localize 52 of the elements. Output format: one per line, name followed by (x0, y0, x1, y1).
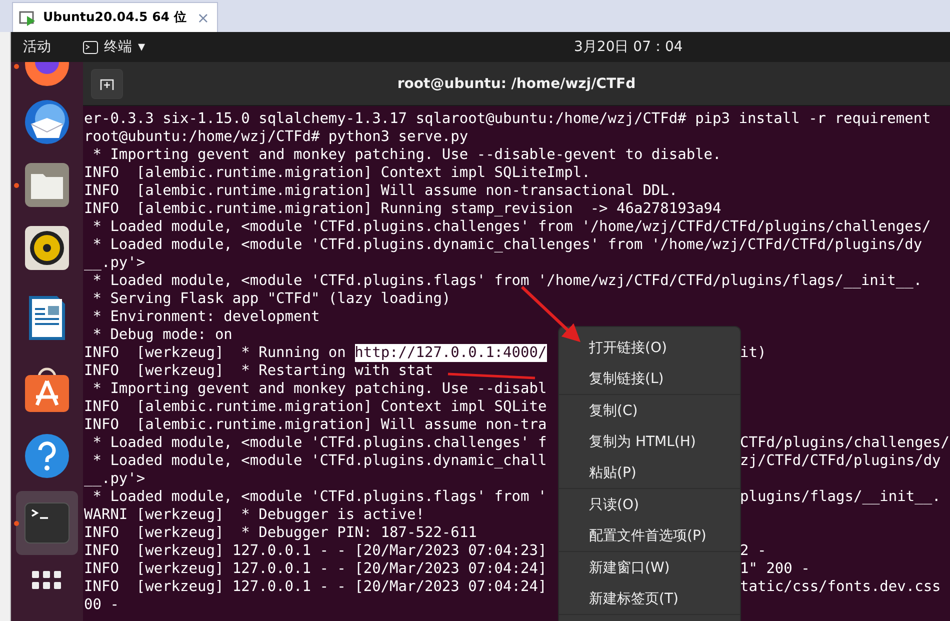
terminal-line: it) (740, 344, 766, 362)
terminal-line: tatic/css/fonts.dev.css (740, 578, 941, 596)
menu-item[interactable]: 复制为 HTML(H) (559, 426, 740, 457)
menu-item[interactable]: 打开链接(O) (559, 332, 740, 363)
terminal-line: * Environment: development (92, 308, 320, 326)
terminal-line: 00 - (84, 596, 119, 614)
terminal-line: * Importing gevent and monkey patching. Use --disable-gevent to disable. (92, 146, 722, 164)
terminal-line: CTFd/plugins/challenges/ (740, 434, 950, 452)
terminal-line: INFO [werkzeug] 127.0.0.1 - - [20/Mar/2023 07:04:23] (84, 542, 547, 560)
menu-item[interactable]: 配置文件首选项(P) (559, 520, 740, 551)
terminal-line: * Serving Flask app "CTFd" (lazy loading) (92, 290, 451, 308)
menu-item[interactable]: 复制(C) (559, 395, 740, 426)
terminal-line: 2 - (740, 542, 766, 560)
activities-button[interactable]: 活动 (23, 38, 83, 56)
terminal-line: er-0.3.3 six-1.15.0 sqlalchemy-1.3.17 sqlaroot@ubuntu:/home/wzj/CTFd# pip3 install -r requirement (84, 110, 931, 128)
terminal-line: zj/CTFd/CTFd/plugins/dy (740, 452, 941, 470)
terminal-line: INFO [werkzeug] * Debugger PIN: 187-522-611 (84, 524, 477, 542)
terminal-line: INFO [alembic.runtime.migration] Context impl SQLite (84, 398, 547, 416)
terminal-line: INFO [werkzeug] * Running on (84, 344, 347, 362)
terminal-line: __.py'> (84, 470, 146, 488)
caret-icon[interactable]: ▾ (138, 39, 146, 55)
vm-tab-title: Ubuntu20.04.5 64 位 (43, 9, 187, 26)
terminal-line: INFO [alembic.runtime.migration] Context impl SQLiteImpl. (84, 164, 590, 182)
terminal-line: * Loaded module, <module 'CTFd.plugins.dynamic_challenges' from '/home/wzj/CTFd/CTFd/plugins/dy (92, 236, 922, 254)
menu-item[interactable]: 只读(O) (559, 489, 740, 520)
terminal-line: 1" 200 - (740, 560, 810, 578)
clock[interactable]: 3月20日 07：04 (574, 38, 683, 56)
menu-item[interactable]: 复制链接(L) (559, 363, 740, 394)
selected-link[interactable]: http://127.0.0.1:4000/ (354, 344, 547, 362)
window-title: root@ubuntu: /home/wzj/CTFd (396, 76, 637, 92)
menu-item[interactable]: 新建标签页(T) (559, 583, 740, 614)
terminal-line: WARNI [werkzeug] * Debugger is active! (84, 506, 424, 524)
terminal-line: INFO [werkzeug] * Restarting with stat (84, 362, 434, 380)
terminal-line: INFO [werkzeug] 127.0.0.1 - - [20/Mar/2023 07:04:24] (84, 560, 547, 578)
terminal-line: * Loaded module, <module 'CTFd.plugins.challenges' f (92, 434, 547, 452)
terminal-line: * Loaded module, <module 'CTFd.plugins.flags' from ' (92, 488, 547, 506)
terminal-line: * Importing gevent and monkey patching. Use --disabl (92, 380, 547, 398)
terminal-line: root@ubuntu:/home/wzj/CTFd# python3 serve.py (84, 128, 468, 146)
terminal-line: INFO [alembic.runtime.migration] Will assume non-tra (84, 416, 547, 434)
terminal-line: __.py'> (84, 254, 146, 272)
terminal-line: INFO [alembic.runtime.migration] Will assume non-transactional DDL. (84, 182, 678, 200)
terminal-line: plugins/flags/__init__. (740, 488, 941, 506)
terminal-line: * Loaded module, <module 'CTFd.plugins.challenges' from '/home/wzj/CTFd/CTFd/plugins/challenges/ (92, 218, 931, 236)
app-menu[interactable]: 终端 (104, 38, 132, 56)
terminal-line: INFO [werkzeug] 127.0.0.1 - - [20/Mar/2023 07:04:24] (84, 578, 547, 596)
terminal-line: * Loaded module, <module 'CTFd.plugins.dynamic_chall (92, 452, 547, 470)
vm-tab[interactable]: Ubuntu20.04.5 64 位 × (12, 2, 218, 32)
terminal-line: * Debug mode: on (92, 326, 232, 344)
menu-item[interactable]: 新建窗口(W) (559, 552, 740, 583)
menu-item[interactable]: 粘贴(P) (559, 457, 740, 488)
terminal-line: * Loaded module, <module 'CTFd.plugins.flags' from '/home/wzj/CTFd/CTFd/plugins/flags/__init__. (92, 272, 922, 290)
terminal-line: INFO [alembic.runtime.migration] Running stamp_revision -> 46a278193a94 (84, 200, 722, 218)
